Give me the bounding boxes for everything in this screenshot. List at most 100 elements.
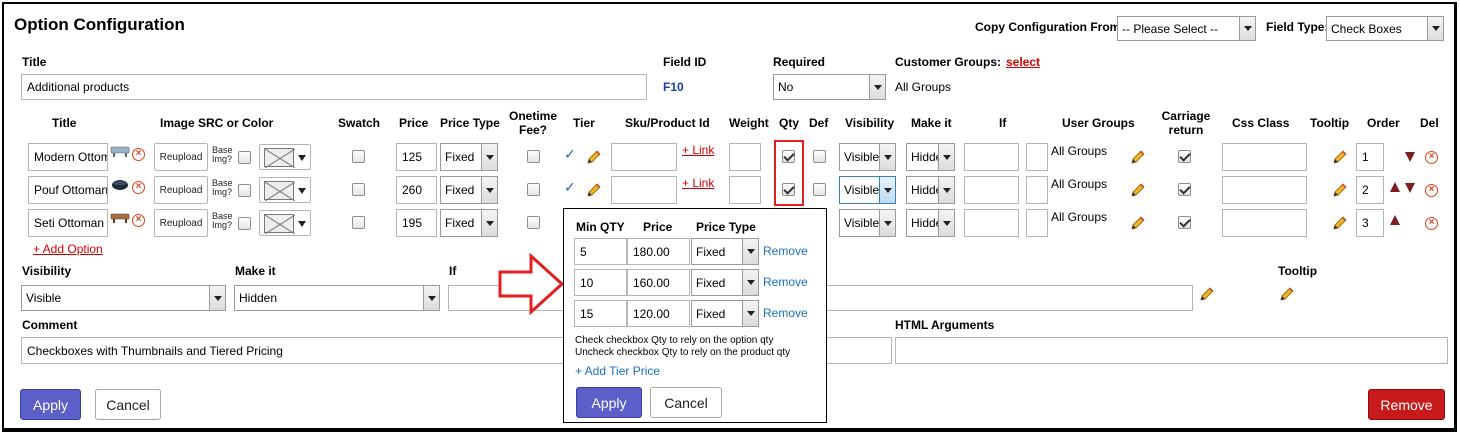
pencil-icon[interactable] [1332,182,1348,198]
tier-price-type-select[interactable]: Fixed [691,269,759,296]
tier-price-input[interactable]: 120.00 [627,300,690,327]
price-input[interactable]: 125 [396,143,437,171]
color-picker-select[interactable] [259,210,311,236]
carriage-return-checkbox[interactable] [1178,183,1191,196]
carriage-return-checkbox[interactable] [1178,150,1191,163]
if-row-input[interactable] [964,143,1019,171]
weight-input[interactable] [729,143,761,171]
tier-min-qty-input[interactable]: 10 [574,269,627,296]
order-input[interactable]: 3 [1356,209,1384,237]
default-checkbox[interactable] [813,183,826,196]
add-tier-price-link[interactable]: + Add Tier Price [575,364,660,378]
html-args-input[interactable] [895,337,1448,364]
order-input[interactable]: 1 [1356,143,1384,171]
price-type-select[interactable]: Fixed [440,143,498,171]
sku-input[interactable] [611,143,677,171]
base-img-checkbox[interactable] [238,217,251,230]
apply-button[interactable]: Apply [20,389,81,420]
sku-input[interactable] [611,176,677,204]
visibility-select[interactable]: Visible [21,285,226,311]
make-it-row-select[interactable]: Hidden [906,143,955,171]
pencil-icon[interactable] [1130,149,1146,165]
make-it-row-select[interactable]: Hidden [906,176,955,204]
move-down-icon[interactable] [1405,183,1415,193]
required-select[interactable]: No [773,74,886,100]
pencil-icon[interactable] [1130,215,1146,231]
weight-input[interactable] [729,176,761,204]
swatch-checkbox[interactable] [352,183,365,196]
price-type-select[interactable]: Fixed [440,176,498,204]
delete-option-icon[interactable]: × [1425,184,1438,197]
tier-price-input[interactable]: 160.00 [627,269,690,296]
reupload-button[interactable]: Reupload [154,176,208,204]
tier-apply-button[interactable]: Apply [576,387,642,418]
option-title-input[interactable]: Pouf Ottoman [28,176,108,204]
option-title-input[interactable]: Seti Ottoman [28,209,108,237]
if-row-extra-input[interactable] [1026,143,1048,171]
pencil-icon[interactable] [1332,215,1348,231]
swatch-checkbox[interactable] [352,150,365,163]
pencil-icon[interactable] [1332,149,1348,165]
reupload-button[interactable]: Reupload [154,209,208,237]
tier-min-qty-input[interactable]: 5 [574,238,627,265]
price-input[interactable]: 195 [396,209,437,237]
add-option-link[interactable]: + Add Option [33,242,103,256]
pencil-icon[interactable] [1199,286,1215,302]
color-picker-select[interactable] [259,144,311,170]
remove-button[interactable]: Remove [1368,389,1445,420]
price-type-select[interactable]: Fixed [440,209,498,237]
base-img-checkbox[interactable] [238,184,251,197]
pencil-icon[interactable] [1279,286,1295,302]
if-row-input[interactable] [964,209,1019,237]
carriage-return-checkbox[interactable] [1178,216,1191,229]
visibility-row-select[interactable]: Visible [839,209,896,237]
color-picker-select[interactable] [259,177,311,203]
tier-price-type-select[interactable]: Fixed [691,238,759,265]
tier-remove-link[interactable]: Remove [763,306,808,320]
order-input[interactable]: 2 [1356,176,1384,204]
if-row-input[interactable] [964,176,1019,204]
copy-config-select[interactable]: -- Please Select -- [1117,16,1256,41]
tier-remove-link[interactable]: Remove [763,244,808,258]
reupload-button[interactable]: Reupload [154,143,208,171]
move-down-icon[interactable] [1405,152,1415,162]
onetime-fee-checkbox[interactable] [527,183,540,196]
delete-image-icon[interactable]: × [132,148,145,161]
swatch-checkbox[interactable] [352,216,365,229]
make-it-select[interactable]: Hidden [234,285,440,311]
tier-min-qty-input[interactable]: 15 [574,300,627,327]
base-img-checkbox[interactable] [238,151,251,164]
if-row-extra-input[interactable] [1026,176,1048,204]
delete-option-icon[interactable]: × [1425,151,1438,164]
tier-price-input[interactable]: 180.00 [627,238,690,265]
default-checkbox[interactable] [813,150,826,163]
tier-cancel-button[interactable]: Cancel [650,387,722,418]
make-it-row-select[interactable]: Hidden [906,209,955,237]
tier-remove-link[interactable]: Remove [763,275,808,289]
option-title-input[interactable]: Modern Ottoman [28,143,108,171]
delete-image-icon[interactable]: × [132,181,145,194]
onetime-fee-checkbox[interactable] [527,216,540,229]
visibility-row-select[interactable]: Visible [839,176,896,204]
field-type-select[interactable]: Check Boxes [1326,16,1444,41]
visibility-row-select[interactable]: Visible [839,143,896,171]
price-input[interactable]: 260 [396,176,437,204]
title-input[interactable]: Additional products [21,74,647,100]
css-class-input[interactable] [1222,143,1307,171]
delete-image-icon[interactable]: × [132,214,145,227]
pencil-icon[interactable] [586,182,602,198]
css-class-input[interactable] [1222,176,1307,204]
delete-option-icon[interactable]: × [1425,217,1438,230]
css-class-input[interactable] [1222,209,1307,237]
pencil-icon[interactable] [1130,182,1146,198]
onetime-fee-checkbox[interactable] [527,150,540,163]
tier-price-type-select[interactable]: Fixed [691,300,759,327]
cancel-button[interactable]: Cancel [95,389,161,420]
move-up-icon[interactable] [1390,182,1400,192]
add-link[interactable]: + Link [682,143,714,157]
move-up-icon[interactable] [1390,215,1400,225]
pencil-icon[interactable] [586,149,602,165]
if-row-extra-input[interactable] [1026,209,1048,237]
customer-groups-select-link[interactable]: select [1006,55,1040,69]
add-link[interactable]: + Link [682,176,714,190]
